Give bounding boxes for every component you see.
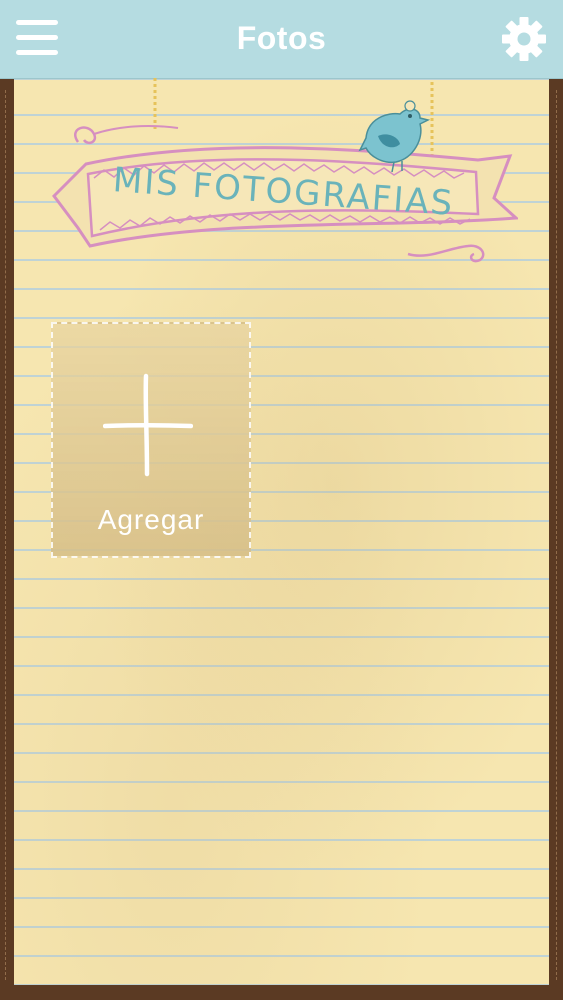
- gear-icon: [502, 17, 546, 61]
- add-photo-button[interactable]: Agregar: [51, 322, 251, 558]
- frame-stitching: [5, 90, 6, 980]
- settings-button[interactable]: [500, 15, 548, 63]
- frame-stitching: [556, 90, 557, 980]
- top-app-bar: Fotos: [0, 0, 563, 79]
- add-photo-label: Agregar: [97, 504, 205, 535]
- page-title: Fotos: [236, 20, 327, 56]
- plus-icon: [103, 373, 193, 477]
